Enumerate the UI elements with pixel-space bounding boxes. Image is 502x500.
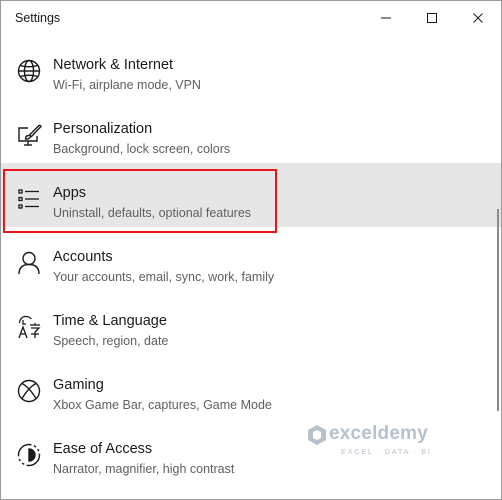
- settings-item-description: Background, lock screen, colors: [53, 142, 231, 156]
- time-language-icon: [15, 313, 43, 341]
- minimize-button[interactable]: [363, 1, 409, 35]
- settings-item-description: Your accounts, email, sync, work, family: [53, 270, 275, 284]
- close-button[interactable]: [455, 1, 501, 35]
- title-bar: Settings: [1, 1, 501, 35]
- settings-item-label: Accounts: [53, 249, 113, 265]
- watermark-tagline: EXCEL · DATA · BI: [341, 447, 432, 456]
- settings-item-personalization[interactable]: Personalization Background, lock screen,…: [1, 99, 501, 163]
- settings-item-description: Narrator, magnifier, high contrast: [53, 462, 235, 476]
- settings-item-label: Personalization: [53, 121, 153, 137]
- exceldemy-logo-icon: [308, 425, 326, 445]
- window-title: Settings: [15, 11, 61, 25]
- settings-item-label: Ease of Access: [53, 441, 153, 457]
- settings-item-time-language[interactable]: Time & Language Speech, region, date: [1, 291, 501, 355]
- person-icon: [15, 249, 43, 277]
- settings-item-label: Time & Language: [53, 313, 167, 329]
- paint-brush-icon: [15, 121, 43, 149]
- settings-item-apps[interactable]: Apps Uninstall, defaults, optional featu…: [1, 163, 501, 227]
- scrollbar[interactable]: [497, 209, 499, 411]
- maximize-icon: [427, 13, 437, 23]
- settings-item-description: Uninstall, defaults, optional features: [53, 206, 252, 220]
- settings-item-label: Gaming: [53, 377, 104, 393]
- minimize-icon: [381, 17, 391, 19]
- settings-window: Settings Network & Internet Wi-Fi, airpl…: [0, 0, 502, 500]
- exceldemy-watermark: exceldemy EXCEL · DATA · BI: [307, 421, 467, 461]
- apps-list-icon: [15, 185, 43, 213]
- globe-icon: [15, 57, 43, 85]
- close-icon: [473, 13, 483, 23]
- settings-item-network[interactable]: Network & Internet Wi-Fi, airplane mode,…: [1, 35, 501, 99]
- ease-of-access-icon: [15, 441, 43, 469]
- maximize-button[interactable]: [409, 1, 455, 35]
- settings-item-gaming[interactable]: Gaming Xbox Game Bar, captures, Game Mod…: [1, 355, 501, 419]
- xbox-icon: [15, 377, 43, 405]
- settings-item-accounts[interactable]: Accounts Your accounts, email, sync, wor…: [1, 227, 501, 291]
- settings-item-description: Wi-Fi, airplane mode, VPN: [53, 78, 201, 92]
- watermark-name: exceldemy: [329, 423, 428, 444]
- settings-item-label: Network & Internet: [53, 57, 174, 73]
- settings-item-label: Apps: [53, 185, 87, 201]
- settings-item-description: Xbox Game Bar, captures, Game Mode: [53, 398, 272, 412]
- settings-item-description: Speech, region, date: [53, 334, 169, 348]
